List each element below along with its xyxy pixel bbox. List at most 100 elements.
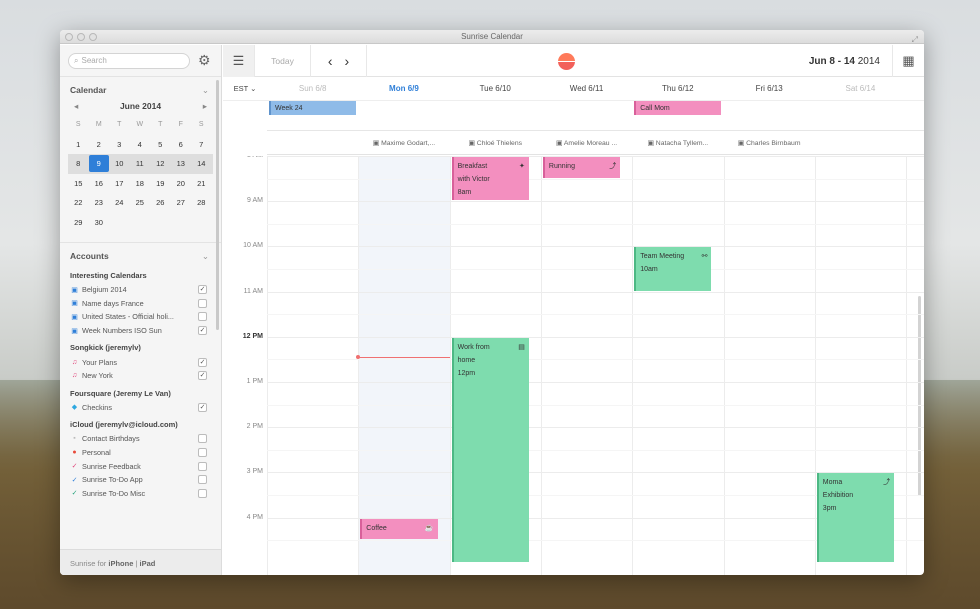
mini-calendar-day[interactable]: 14 [191,159,212,168]
calendar-list-item[interactable]: ◆ Checkins ✓ [60,401,221,415]
mini-calendar-selected-day[interactable]: 9 [88,155,109,173]
prev-week-icon[interactable]: ‹ [328,53,333,69]
mini-calendar-day[interactable]: 21 [191,179,212,188]
mini-calendar-day[interactable]: 12 [150,159,171,168]
calendar-list-item[interactable]: ✓ Sunrise Feedback [60,459,221,473]
calendar-event[interactable]: Moma Exhibition 3pm ⤴ [816,473,895,562]
mini-calendar-week[interactable]: 15 16 17 18 19 20 21 [68,174,213,194]
calendar-list-item[interactable]: ✓ Sunrise To-Do App [60,473,221,487]
calendar-checkbox[interactable] [198,461,207,471]
mini-calendar-week[interactable]: 1234567 [68,135,213,155]
gear-icon[interactable]: ⚙ [198,52,211,69]
menu-icon[interactable]: ☰ [223,44,255,77]
mini-calendar-day[interactable]: 28 [191,198,212,207]
footer-link-ipad[interactable]: iPad [140,559,156,568]
mini-calendar-day[interactable]: 20 [171,179,192,188]
mini-calendar-day[interactable]: 7 [191,140,212,149]
calendar-checkbox[interactable]: ✓ [198,371,207,381]
today-button[interactable]: Today [255,44,311,77]
mini-calendar-day[interactable]: 2 [89,140,110,149]
close-button[interactable] [65,33,73,41]
chevron-down-icon[interactable]: ⌄ [202,251,209,265]
minimize-button[interactable] [77,33,85,41]
mini-calendar-day[interactable]: 5 [150,140,171,149]
timezone-selector[interactable]: EST ⌄ [223,77,267,100]
apps-grid-icon[interactable]: ▦ [892,45,924,77]
calendar-section-header[interactable]: Calendar ⌄ [60,77,221,99]
chevron-down-icon[interactable]: ⌄ [202,85,209,99]
calendar-event[interactable]: Breakfast with Victor 8am ✦ [451,157,529,201]
search-input[interactable]: ⌕ Search [68,52,190,69]
mini-calendar-week[interactable]: 29 30 [68,213,213,233]
day-column-header[interactable]: Wed 6/11 [541,77,632,100]
mini-calendar-day[interactable]: 17 [109,179,130,188]
day-column-header[interactable]: Thu 6/12 [632,77,723,100]
calendar-event[interactable]: Team Meeting 10am ⚯ [634,247,712,291]
all-day-event[interactable]: Week 24 [269,101,357,115]
calendar-checkbox[interactable] [198,488,207,498]
calendar-event[interactable]: Running ⤴ [542,157,621,178]
mini-calendar-day[interactable]: 29 [68,218,89,227]
event-title: Team Meeting [640,253,685,261]
calendar-checkbox[interactable] [198,434,207,444]
calendar-list-item[interactable]: ♫ Your Plans ✓ [60,355,221,369]
mini-calendar-day[interactable]: 23 [89,198,110,207]
mini-calendar-day[interactable]: 19 [150,179,171,188]
sidebar-scrollbar[interactable] [216,80,219,330]
calendar-list-item[interactable]: ▣ United States - Official holi... [60,310,221,324]
day-column-header[interactable]: Sun 6/8 [267,77,358,100]
calendar-list-item[interactable]: ▣ Name days France [60,297,221,311]
day-column-header[interactable]: Sat 6/14 [815,77,906,100]
day-column-header[interactable]: Tue 6/10 [450,77,541,100]
footer-link-iphone[interactable]: iPhone [108,559,133,568]
mini-calendar-day[interactable]: 8 [68,159,89,168]
day-column-header[interactable]: Fri 6/13 [723,77,814,100]
mini-calendar-week[interactable]: 22 23 24 25 26 27 28 [68,193,213,213]
time-grid-scrollbar[interactable] [918,296,921,496]
mini-calendar-day[interactable]: 1 [68,140,89,149]
mini-calendar-day[interactable]: 15 [68,179,89,188]
mini-calendar-day[interactable]: 26 [150,198,171,207]
calendar-checkbox[interactable]: ✓ [198,357,207,367]
calendar-event[interactable]: Coffee ☕ [360,518,438,540]
mini-calendar-day[interactable]: 18 [130,179,151,188]
calendar-checkbox[interactable]: ✓ [198,285,207,295]
mini-calendar-day[interactable]: 11 [130,159,151,168]
next-week-icon[interactable]: › [345,53,350,69]
mini-calendar-day[interactable]: 27 [171,198,192,207]
calendar-event[interactable]: Work from home 12pm ▤ [451,337,529,562]
calendar-list-item[interactable]: ✓ Sunrise To-Do Misc [60,487,221,501]
calendar-checkbox[interactable] [198,448,207,458]
prev-month-icon[interactable]: ◂ [74,101,78,113]
mini-calendar-day[interactable]: 22 [68,198,89,207]
calendar-list-item[interactable]: ▣ Belgium 2014 ✓ [60,283,221,297]
calendar-checkbox[interactable] [198,475,207,485]
calendar-list-item[interactable]: ♫ New York ✓ [60,369,221,383]
mini-calendar-week[interactable]: 8 9 10 11 12 13 14 [68,154,213,174]
calendar-checkbox[interactable] [198,312,207,322]
calendar-checkbox[interactable]: ✓ [198,326,207,336]
calendar-list-item[interactable]: ▣ Week Numbers ISO Sun ✓ [60,324,221,338]
music-icon: ♫ [71,358,78,366]
mini-calendar-day[interactable]: 4 [130,140,151,149]
calendar-list-item[interactable]: ● Personal [60,446,221,460]
mini-calendar-day[interactable]: 3 [109,140,130,149]
today-column-highlight [358,156,450,575]
mini-calendar-day[interactable]: 6 [171,140,192,149]
mini-calendar-day[interactable]: 10 [109,159,130,168]
day-column-header[interactable]: Mon 6/9 [358,77,449,100]
mini-calendar-day[interactable]: 13 [171,159,192,168]
mini-calendar-day[interactable]: 25 [130,198,151,207]
calendar-checkbox[interactable]: ✓ [198,402,207,412]
mini-calendar-day[interactable]: 24 [109,198,130,207]
next-month-icon[interactable]: ▸ [203,101,207,113]
calendar-name: Week Numbers ISO Sun [82,326,162,336]
zoom-button[interactable] [89,33,97,41]
event-title: Coffee [366,524,387,532]
calendar-list-item[interactable]: ▪ Contact Birthdays [60,432,221,446]
accounts-section-header[interactable]: Accounts ⌄ [60,243,221,265]
mini-calendar-day[interactable]: 30 [89,218,110,227]
all-day-event[interactable]: Call Mom [634,101,722,115]
mini-calendar-day[interactable]: 16 [89,179,110,188]
calendar-checkbox[interactable] [198,298,207,308]
